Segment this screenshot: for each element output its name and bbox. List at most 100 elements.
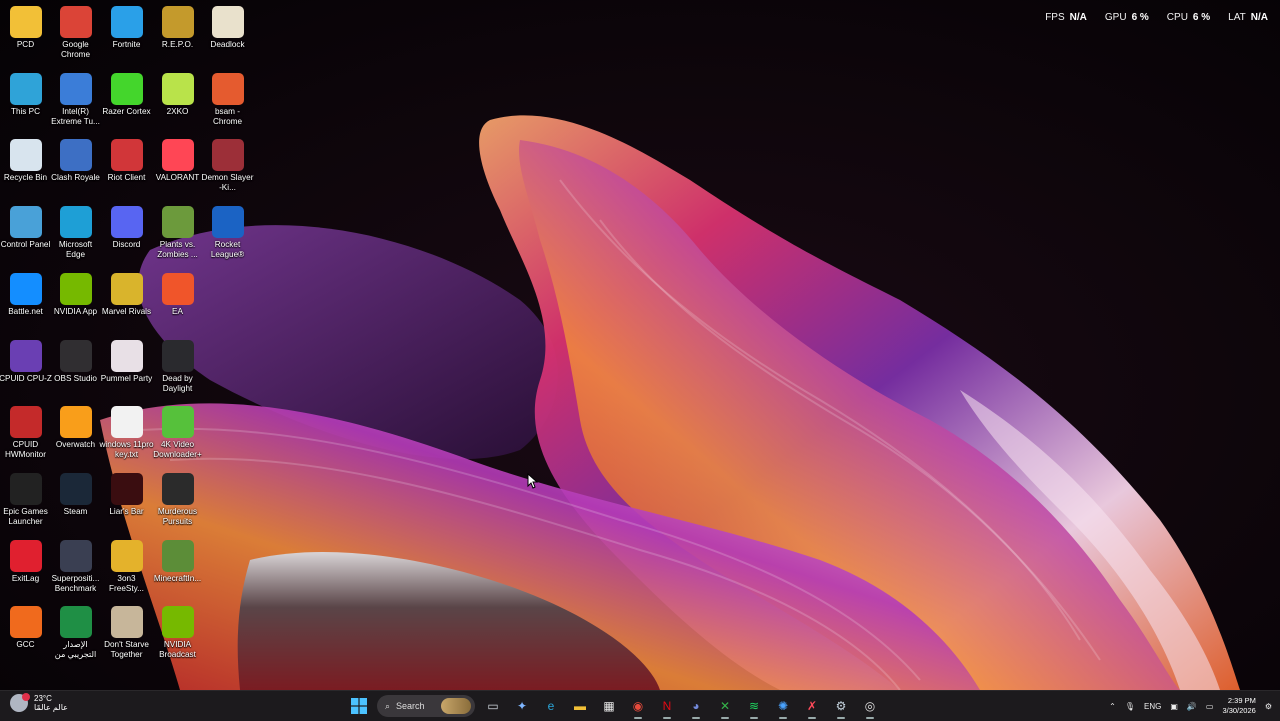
exitlag-icon[interactable]: ✗ [801,695,823,719]
desktop-icon[interactable]: Steam [50,469,101,535]
desktop-icon[interactable]: VALORANT [152,135,203,201]
desktop-icon[interactable]: windows 11pro key.txt [100,402,154,468]
desktop-icon-label: OBS Studio [54,373,97,383]
desktop-icon-label: ExitLag [11,573,40,583]
desktop-icon[interactable]: Dead by Daylight [152,336,203,402]
network-icon[interactable]: ▣ [1170,702,1178,711]
recycle-bin-icon [9,139,42,172]
weather-widget[interactable]: 23°C عالم عالمًا [10,693,68,712]
copilot-icon[interactable]: ✦ [511,695,533,717]
edge-icon [59,206,92,239]
monitor-icon [9,72,42,105]
marvel-rivals-icon [110,272,143,305]
desktop-icon[interactable]: Overwatch [50,402,101,468]
desktop-icon-label: Deadlock [210,40,245,49]
desktop-icon-label: Don't Starve Together [104,640,149,660]
notification-bell-icon[interactable]: ⚙ [1265,702,1272,711]
search-icon: ⌕ [385,700,391,711]
desktop-icon-label: VALORANT [155,173,200,183]
desktop-icon[interactable]: Deadlock [202,2,253,68]
desktop-icon[interactable]: الإصدار التجريبي من [50,602,101,668]
obs-icon[interactable]: ◎ [859,695,881,719]
desktop-icon[interactable]: Liar's Bar [101,469,152,535]
desktop-icon-label: 3on3 FreeSty... [109,573,144,593]
spotify-icon[interactable]: ≋ [743,695,765,719]
desktop-icon[interactable]: This PC [0,69,51,135]
desktop-icon[interactable]: NVIDIA App [50,269,101,335]
desktop-icon[interactable]: Battle.net [0,269,51,335]
gcc-icon [9,606,42,639]
battery-icon[interactable]: ▭ [1206,702,1214,711]
battlenet-icon[interactable]: ✺ [772,695,794,719]
mouse-cursor-icon [527,473,539,489]
desktop-icon[interactable]: bsam - Chrome [202,69,253,135]
desktop-icon[interactable]: Recycle Bin [0,135,51,201]
overwatch-icon [59,406,92,439]
desktop-icon[interactable]: Riot Client [101,135,152,201]
microsoft-store-icon[interactable]: ▦ [598,695,620,717]
desktop-icon-label: Intel(R) Extreme Tu... [51,106,100,126]
desktop-icon[interactable]: Epic Games Launcher [0,469,51,535]
desktop-icon[interactable]: 2XKO [152,69,203,135]
desktop-icon[interactable]: Microsoft Edge [50,202,101,268]
desktop-icon[interactable]: Rocket League® [202,202,253,268]
exitlag-icon [9,539,42,572]
desktop-icon-label: bsam - Chrome [212,106,243,126]
desktop-icon[interactable]: Fortnite [101,2,152,68]
desktop-icon[interactable]: MinecraftIn... [152,536,203,602]
desktop-icon[interactable]: Discord [101,202,152,268]
desktop-icon[interactable]: Razer Cortex [101,69,152,135]
desktop-icon[interactable]: Plants vs. Zombies ... [152,202,203,268]
desktop-icon[interactable]: OBS Studio [50,336,101,402]
discord-icon[interactable]: ◕ [685,695,707,719]
desktop-icon[interactable]: CPUID CPU-Z [0,336,52,402]
desktop-icon[interactable]: PCD [0,2,51,68]
edge-icon[interactable]: e [540,695,562,717]
chrome-icon[interactable]: ◉ [627,695,649,719]
desktop-icon[interactable]: Control Panel [0,202,51,268]
valorant-icon [161,139,194,172]
steam-icon[interactable]: ⚙ [830,695,852,719]
nvidia-broadcast-icon [161,606,194,639]
file-explorer-icon[interactable]: ▬ [569,695,591,717]
language-indicator[interactable]: ENG [1144,702,1161,711]
desktop-icon[interactable]: Intel(R) Extreme Tu... [50,69,101,135]
superposition-icon [59,539,92,572]
task-view-icon[interactable]: ▭ [482,695,504,717]
desktop-icon[interactable]: CPUID HWMonitor [0,402,51,468]
desktop-icon[interactable]: Pummel Party [101,336,152,402]
desktop-icon-label: Murderous Pursuits [157,506,198,526]
discord-icon [110,206,143,239]
desktop-icon[interactable]: Don't Starve Together [101,602,152,668]
desktop-icon[interactable]: R.E.P.O. [152,2,203,68]
desktop-icon[interactable]: 3on3 FreeSty... [101,536,152,602]
desktop-icon[interactable]: Demon Slayer -Ki... [202,135,253,201]
cpuz-icon [9,339,42,372]
start-button[interactable] [348,695,370,717]
desktop-icon[interactable]: Murderous Pursuits [152,469,203,535]
desktop-icon[interactable]: Superpositi... Benchmark [50,536,101,602]
desktop-icon[interactable]: GCC [0,602,51,668]
desktop-icon[interactable]: Clash Royale [50,135,101,201]
desktop-icon[interactable]: ExitLag [0,536,51,602]
microphone-icon[interactable]: 🎙 [1125,702,1135,711]
clock[interactable]: 2:39 PM 3/30/2026 [1222,696,1255,716]
desktop-icon-label: R.E.P.O. [161,40,194,49]
desktop-icon[interactable]: Marvel Rivals [101,269,152,335]
volume-icon[interactable]: 🔊 [1187,702,1197,711]
desktop-icon-label: NVIDIA Broadcast [159,640,196,660]
desktop-icon[interactable]: EA [152,269,203,335]
xbox-icon[interactable]: ✕ [714,695,736,719]
desktop-icon-label: 4K Video Downloader+ [153,440,202,460]
desktop-icon[interactable]: NVIDIA Broadcast [152,602,203,668]
search-placeholder: Search [396,701,425,711]
chrome-icon [59,6,92,38]
desktop-icon[interactable]: 4K Video Downloader+ [152,402,203,468]
desktop-icon[interactable]: Google Chrome [50,2,101,68]
razer-cortex-icon [110,72,143,105]
netflix-icon[interactable]: N [656,695,678,719]
chevron-up-icon[interactable]: ⌃ [1109,702,1116,711]
fps-metric: FPS N/A [1045,12,1087,23]
desktop-icon-label: Riot Client [107,173,146,183]
taskbar-search[interactable]: ⌕ Search [377,695,475,717]
